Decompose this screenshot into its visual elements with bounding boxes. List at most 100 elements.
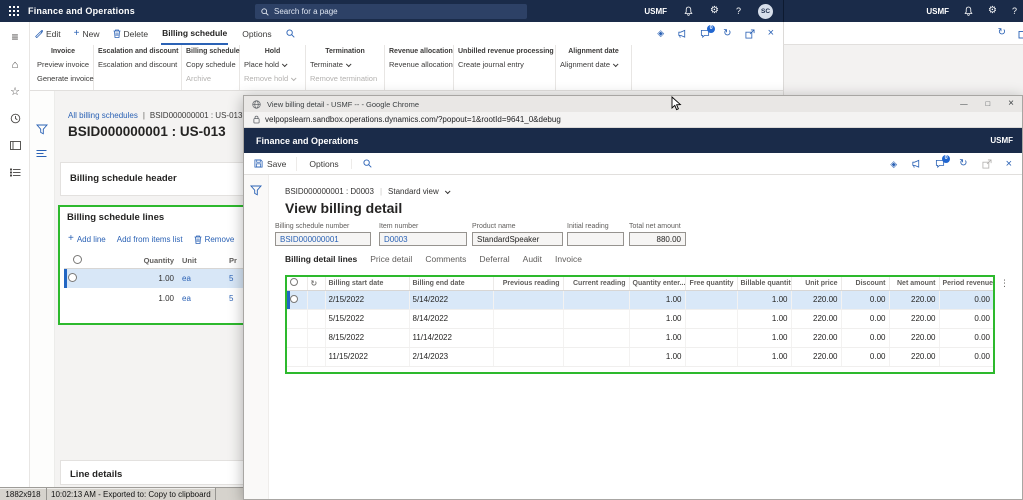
popup-url-bar[interactable]: velpopslearn.sandbox.operations.dynamics… [244,112,1022,128]
filter-funnel-icon[interactable] [36,124,48,135]
chevron-down-icon [281,61,288,68]
gear-icon[interactable]: ⚙ [710,6,719,16]
add-line-button[interactable]: + Add line [68,234,106,244]
page-title: BSID000000001 : US-013 [68,124,226,139]
new-button[interactable]: + New [74,28,100,39]
delete-button[interactable]: Delete [113,29,148,39]
home-icon[interactable]: ⌂ [8,58,22,72]
revenue-allocation-button[interactable]: Revenue allocation [389,58,453,72]
row-radio[interactable] [64,268,90,288]
company-picker[interactable]: USMF [926,7,949,16]
megaphone-icon[interactable] [677,29,687,39]
open-in-new-window-icon[interactable] [1018,28,1023,39]
remove-hold-button: Remove hold [244,72,301,86]
table-row[interactable]: 11/15/2022 2/14/2023 1.00 1.00 220.00 0.… [287,347,993,367]
edit-button[interactable]: Edit [34,29,61,39]
breadcrumb: BSID000000001 : D0003 | Standard view [285,187,451,196]
refresh-icon[interactable]: ↻ [998,28,1006,38]
billing-schedule-number-input[interactable]: BSID000000001 [275,232,371,246]
bell-icon[interactable] [684,6,693,16]
close-icon[interactable]: × [1008,99,1014,109]
table-row[interactable]: 2/15/2022 5/14/2022 1.00 1.00 220.00 0.0… [287,290,993,310]
product-name-input[interactable]: StandardSpeaker [472,232,563,246]
open-in-new-window-icon[interactable] [745,29,755,39]
panel-list-icon[interactable] [36,149,47,158]
company-picker[interactable]: USMF [644,7,667,16]
copy-schedule-button[interactable]: Copy schedule [186,58,236,72]
lines-toolbar: + Add line Add from items list Remove [68,234,234,244]
trash-icon [194,235,202,244]
tab-audit[interactable]: Audit [523,254,542,264]
filter-funnel-icon[interactable] [250,185,262,196]
breadcrumb-all-billing-schedules[interactable]: All billing schedules [68,111,138,120]
filter-pane-strip [30,91,55,487]
close-icon[interactable]: × [768,28,774,39]
modules-list-icon[interactable] [8,165,22,179]
options-button[interactable]: Options [297,158,352,169]
column-options-ellipsis-icon[interactable]: ⋮ [1000,278,1009,289]
gem-icon[interactable]: ◈ [890,159,897,169]
recent-clock-icon[interactable] [8,111,22,125]
app-title: Finance and Operations [256,135,359,146]
workspaces-icon[interactable] [8,138,22,152]
refresh-icon[interactable]: ↻ [723,28,731,39]
remove-button[interactable]: Remove [194,235,234,244]
tab-deferral[interactable]: Deferral [479,254,509,264]
row-radio[interactable] [287,290,307,310]
ribbon-group-termination: Termination Terminate Remove termination [306,45,385,90]
tab-invoice[interactable]: Invoice [555,254,582,264]
ribbon-group-billing-schedule: Billing schedule Copy schedule Archive [182,45,240,90]
create-journal-entry-button[interactable]: Create journal entry [458,58,551,72]
gem-icon[interactable]: ◈ [657,29,664,38]
view-selector[interactable]: Standard view [388,187,439,196]
tab-billing-detail-lines[interactable]: Billing detail lines [285,254,357,264]
messages-icon[interactable]: 0 [700,24,716,39]
preview-invoice-button[interactable]: Preview invoice [37,58,89,72]
terminate-button[interactable]: Terminate [310,58,380,72]
sync-column-icon[interactable]: ↻ [306,277,325,291]
action-search-icon[interactable] [286,29,295,38]
select-all-radio[interactable] [64,253,90,269]
tab-options[interactable]: Options [241,22,272,45]
maximize-icon[interactable]: □ [986,99,991,109]
add-from-items-list-button[interactable]: Add from items list [117,235,183,244]
tab-comments[interactable]: Comments [425,254,466,264]
alignment-date-button[interactable]: Alignment date [560,58,627,72]
company-picker[interactable]: USMF [990,136,1013,145]
table-row[interactable]: 5/15/2022 8/14/2022 1.00 1.00 220.00 0.0… [287,309,993,329]
table-row[interactable]: 8/15/2022 11/14/2022 1.00 1.00 220.00 0.… [287,328,993,348]
escalation-and-discount-button[interactable]: Escalation and discount [98,58,177,72]
minimize-icon[interactable]: — [960,99,968,109]
messages-icon[interactable]: 0 [935,155,951,169]
gear-icon[interactable]: ⚙ [988,6,997,16]
total-net-amount-input[interactable]: 880.00 [629,232,686,246]
item-number-input[interactable]: D0003 [379,232,467,246]
bell-icon[interactable] [964,6,973,16]
select-all-radio[interactable] [287,277,307,291]
message-count-badge: 0 [942,155,951,163]
initial-reading-input[interactable] [567,232,624,246]
search-icon [261,7,269,16]
popup-titlebar[interactable]: View billing detail - USMF -- - Google C… [244,96,1022,112]
url-text: velpopslearn.sandbox.operations.dynamics… [265,115,561,124]
help-icon[interactable]: ? [736,6,741,16]
search-input[interactable] [274,7,494,16]
help-icon[interactable]: ? [1012,6,1017,16]
chevron-down-icon [291,75,297,82]
refresh-icon[interactable]: ↻ [959,159,967,169]
tab-price-detail[interactable]: Price detail [370,254,412,264]
save-button[interactable]: Save [244,156,298,171]
globe-favicon [252,99,261,109]
favorites-star-icon[interactable]: ☆ [8,85,22,99]
generate-invoice-button[interactable]: Generate invoice [37,72,94,86]
tab-billing-schedule[interactable]: Billing schedule [161,22,229,45]
nav-hamburger-icon[interactable]: ≡ [8,30,22,44]
page-search-box[interactable] [255,4,527,19]
toolbar-search-icon[interactable] [352,159,383,168]
app-launcher-waffle-icon[interactable] [0,6,28,16]
status-message: 10:02:13 AM - Exported to: Copy to clipb… [47,488,216,500]
close-icon[interactable]: × [1006,158,1012,170]
avatar[interactable]: SC [758,3,773,19]
megaphone-icon[interactable] [911,159,921,169]
place-hold-button[interactable]: Place hold [244,58,301,72]
